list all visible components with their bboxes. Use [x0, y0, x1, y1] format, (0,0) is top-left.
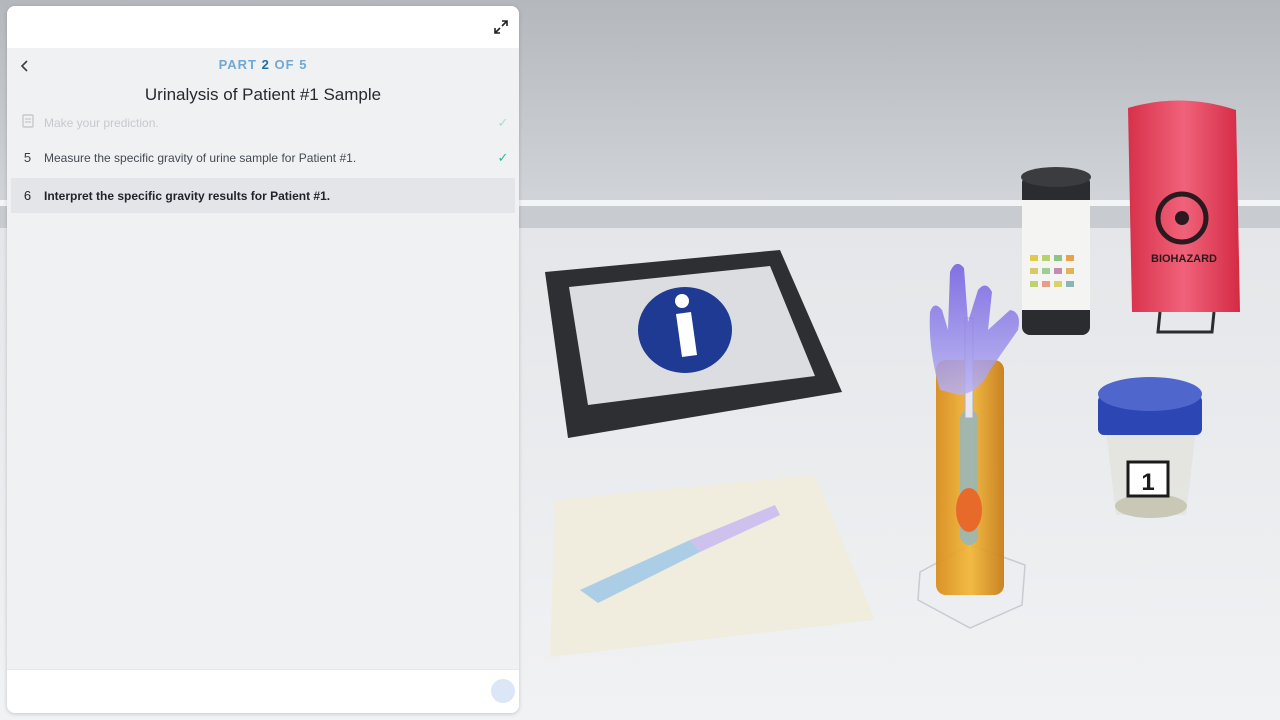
next-button[interactable]: [491, 679, 515, 703]
step-label: Make your prediction.: [44, 115, 159, 130]
part-prefix: PART: [218, 57, 258, 72]
biohazard-label: BIOHAZARD: [1151, 253, 1217, 265]
notebook-icon: [11, 114, 44, 131]
step-interpret-results[interactable]: 6 Interpret the specific gravity results…: [11, 178, 515, 213]
expand-icon[interactable]: [493, 19, 509, 35]
activity-panel: PART 2 OF 5 Urinalysis of Patient #1 Sam…: [7, 6, 519, 713]
specimen-number: 1: [1141, 469, 1154, 496]
test-strip-bottle[interactable]: [1021, 167, 1091, 335]
page-title: Urinalysis of Patient #1 Sample: [144, 85, 382, 104]
biohazard-bag[interactable]: BIOHAZARD: [1128, 100, 1240, 334]
step-make-prediction[interactable]: Make your prediction. ✓: [11, 105, 515, 140]
checkmark-icon: ✓: [497, 149, 509, 165]
part-indicator: PART 2 OF 5: [7, 57, 519, 72]
part-of: OF: [274, 57, 295, 72]
part-current: 2: [261, 57, 270, 72]
step-label: Interpret the specific gravity results f…: [44, 188, 331, 203]
checkmark-icon: ✓: [497, 114, 509, 130]
step-number: 6: [23, 188, 32, 203]
part-total: 5: [299, 57, 308, 72]
panel-header-bar: [7, 6, 519, 48]
panel-footer-bar: [7, 669, 519, 713]
step-measure-specific-gravity[interactable]: 5 Measure the specific gravity of urine …: [11, 140, 515, 175]
step-label: Measure the specific gravity of urine sa…: [44, 150, 357, 165]
step-number: 5: [23, 150, 32, 165]
